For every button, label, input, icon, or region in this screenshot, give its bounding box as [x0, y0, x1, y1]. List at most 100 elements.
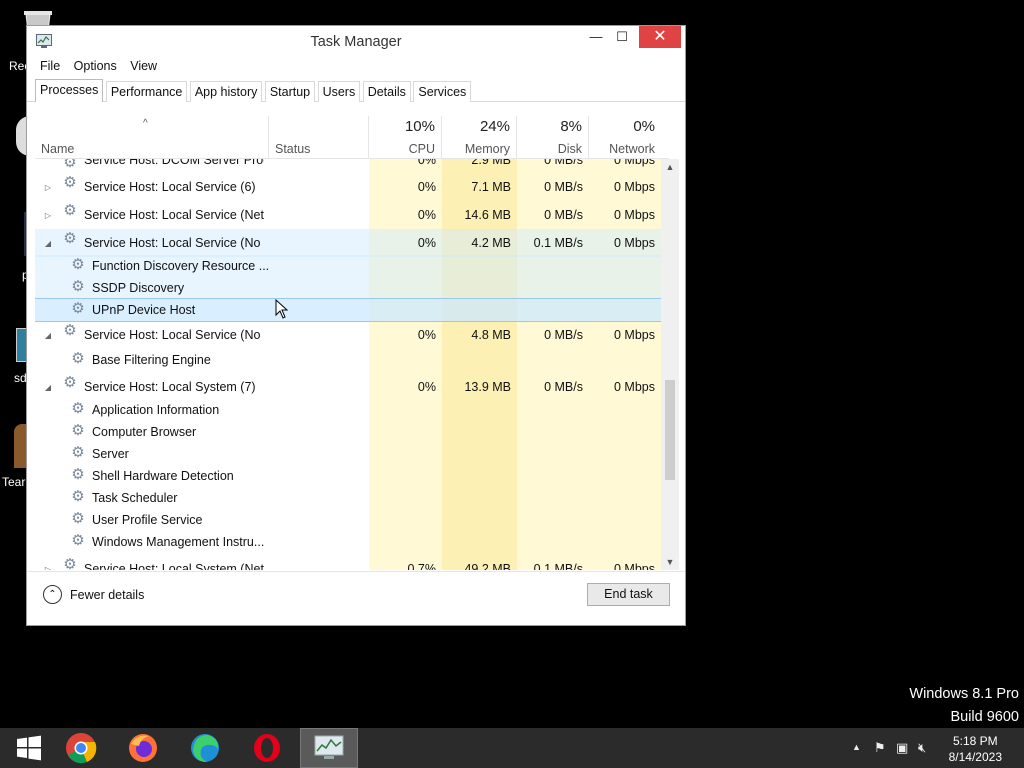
start-button[interactable] [0, 728, 58, 768]
service-gear-icon: ⚙ [63, 556, 77, 570]
minimize-button[interactable]: — [583, 26, 609, 48]
service-row[interactable]: ⚙ Function Discovery Resource ... [35, 255, 661, 277]
service-row[interactable]: ⚙ Base Filtering Engine [35, 349, 661, 371]
collapse-arrow-icon[interactable] [41, 159, 55, 167]
service-row[interactable]: ⚙ SSDP Discovery [35, 277, 661, 299]
title-bar[interactable]: Task Manager — ☐ ✕ [27, 26, 685, 56]
expand-arrow-icon[interactable]: ▷ [41, 173, 55, 201]
service-row[interactable]: ⚙ Task Scheduler [35, 487, 661, 509]
column-header-label: Disk [557, 142, 582, 156]
process-group-row[interactable]: ◢ ⚙ Service Host: Local Service (No I... 0%… [35, 229, 661, 257]
taskbar-firefox[interactable] [114, 728, 172, 768]
service-row[interactable]: ⚙ Computer Browser [35, 421, 661, 443]
column-header-label: Status [275, 142, 311, 156]
taskbar-chrome[interactable] [52, 728, 110, 768]
process-group-row[interactable]: ▷ ⚙ Service Host: Local System (Net... 0.7%… [35, 555, 661, 570]
service-gear-icon: ⚙ [71, 400, 85, 417]
column-header-memory[interactable]: 24% Memory [442, 116, 517, 159]
column-header-name[interactable]: ^ Name [35, 116, 269, 159]
close-button[interactable]: ✕ [639, 26, 681, 48]
opera-icon [254, 734, 280, 762]
tab-startup[interactable]: Startup [264, 81, 316, 102]
cpu-value: 0% [417, 236, 436, 250]
network-value: 0 Mbps [614, 562, 655, 570]
vertical-scrollbar[interactable]: ▲ ▼ [661, 159, 679, 570]
service-gear-icon: ⚙ [63, 174, 77, 191]
memory-value: 2.9 MB [471, 159, 511, 167]
process-name: Function Discovery Resource ... [92, 259, 270, 273]
taskbar-opera[interactable] [238, 728, 296, 768]
tab-users[interactable]: Users [317, 81, 361, 102]
service-row[interactable]: ⚙ Application Information [35, 399, 661, 421]
action-center-flag-icon[interactable]: ⚑ [874, 740, 886, 756]
process-group-row[interactable]: ▷ ⚙ Service Host: Local Service (6) 0% 7.1 M… [35, 173, 661, 201]
column-header-status[interactable]: Status [269, 116, 369, 159]
process-group-row[interactable]: ▷ ⚙ Service Host: Local Service (Net... 0% 1… [35, 201, 661, 229]
process-name: Application Information [92, 403, 220, 417]
clock[interactable]: 5:18 PM 8/14/2023 [949, 733, 1002, 765]
network-value: 0 Mbps [614, 159, 655, 167]
processes-table: ^ Name Status 10% CPU 24% Memory 8% Disk… [35, 116, 679, 571]
scroll-thumb[interactable] [665, 380, 675, 480]
taskbar-edge[interactable] [176, 728, 234, 768]
windows-start-icon [17, 735, 41, 761]
build-number-text: Build 9600 [950, 709, 1019, 725]
memory-value: 14.6 MB [464, 208, 511, 222]
expand-arrow-icon[interactable]: ▷ [41, 555, 55, 571]
scroll-up-arrow-icon[interactable]: ▲ [661, 159, 679, 175]
cpu-value: 0.7% [407, 562, 437, 570]
maximize-button[interactable]: ☐ [609, 26, 635, 48]
process-name: Service Host: Local Service (No I... [84, 236, 264, 250]
process-name: Service Host: Local System (7) [84, 380, 256, 394]
network-value: 0 Mbps [614, 180, 655, 194]
process-name: Computer Browser [92, 425, 197, 439]
process-group-row[interactable]: ◢ ⚙ Service Host: Local System (7) 0% 13.9 M… [35, 373, 661, 401]
service-row[interactable]: ⚙ UPnP Device Host [35, 298, 661, 322]
tab-services[interactable]: Services [413, 81, 472, 102]
collapse-arrow-icon[interactable]: ◢ [41, 229, 55, 257]
expand-arrow-icon[interactable]: ▷ [41, 201, 55, 229]
service-gear-icon: ⚙ [63, 322, 77, 339]
disk-value: 0.1 MB/s [533, 236, 583, 250]
scroll-down-arrow-icon[interactable]: ▼ [661, 554, 679, 570]
menu-file[interactable]: File [35, 56, 65, 76]
menu-options[interactable]: Options [69, 56, 122, 76]
column-header-cpu[interactable]: 10% CPU [369, 116, 442, 159]
disk-total-percent: 8% [560, 118, 582, 135]
tab-processes[interactable]: Processes [35, 79, 104, 102]
task-manager-icon [314, 735, 344, 759]
process-name: Base Filtering Engine [92, 353, 211, 367]
process-name: SSDP Discovery [92, 281, 185, 295]
service-row[interactable]: ⚙ Server [35, 443, 661, 465]
service-gear-icon: ⚙ [71, 488, 85, 505]
memory-value: 49.2 MB [464, 562, 511, 570]
service-row[interactable]: ⚙ User Profile Service [35, 509, 661, 531]
column-header-network[interactable]: 0% Network [589, 116, 661, 159]
collapse-arrow-icon[interactable]: ◢ [41, 321, 55, 349]
tab-details[interactable]: Details [362, 81, 411, 102]
process-group-row[interactable]: ⚙ Service Host: DCOM Server Proce... 0% 2.9… [35, 159, 661, 171]
disk-value: 0.1 MB/s [533, 562, 583, 570]
service-row[interactable]: ⚙ Windows Management Instru... [35, 531, 661, 553]
column-header-disk[interactable]: 8% Disk [517, 116, 589, 159]
process-group-row[interactable]: ◢ ⚙ Service Host: Local Service (No ... 0% 4… [35, 321, 661, 349]
service-gear-icon: ⚙ [63, 230, 77, 247]
clock-date: 8/14/2023 [948, 750, 1002, 764]
service-row[interactable]: ⚙ Shell Hardware Detection [35, 465, 661, 487]
tab-app-history[interactable]: App history [189, 81, 263, 102]
process-name: Shell Hardware Detection [92, 469, 234, 483]
collapse-arrow-icon[interactable]: ◢ [41, 373, 55, 401]
volume-muted-icon[interactable]: 🔇︎ [918, 740, 926, 756]
menu-view[interactable]: View [125, 56, 162, 76]
show-hidden-icons-chevron-icon[interactable]: ▲ [852, 742, 861, 752]
tab-performance[interactable]: Performance [105, 81, 188, 102]
process-name: Service Host: DCOM Server Proce... [84, 159, 264, 167]
process-name: Service Host: Local Service (Net... [84, 208, 264, 222]
disk-value: 0 MB/s [544, 159, 583, 167]
network-icon[interactable]: ▣ [896, 740, 908, 756]
fewer-details-button[interactable]: ⌃ Fewer details [43, 585, 144, 604]
end-task-button[interactable]: End task [587, 583, 670, 606]
taskbar-task-manager[interactable] [300, 728, 358, 768]
desktop-label: sd [14, 371, 27, 385]
process-name: Service Host: Local Service (6) [84, 180, 256, 194]
